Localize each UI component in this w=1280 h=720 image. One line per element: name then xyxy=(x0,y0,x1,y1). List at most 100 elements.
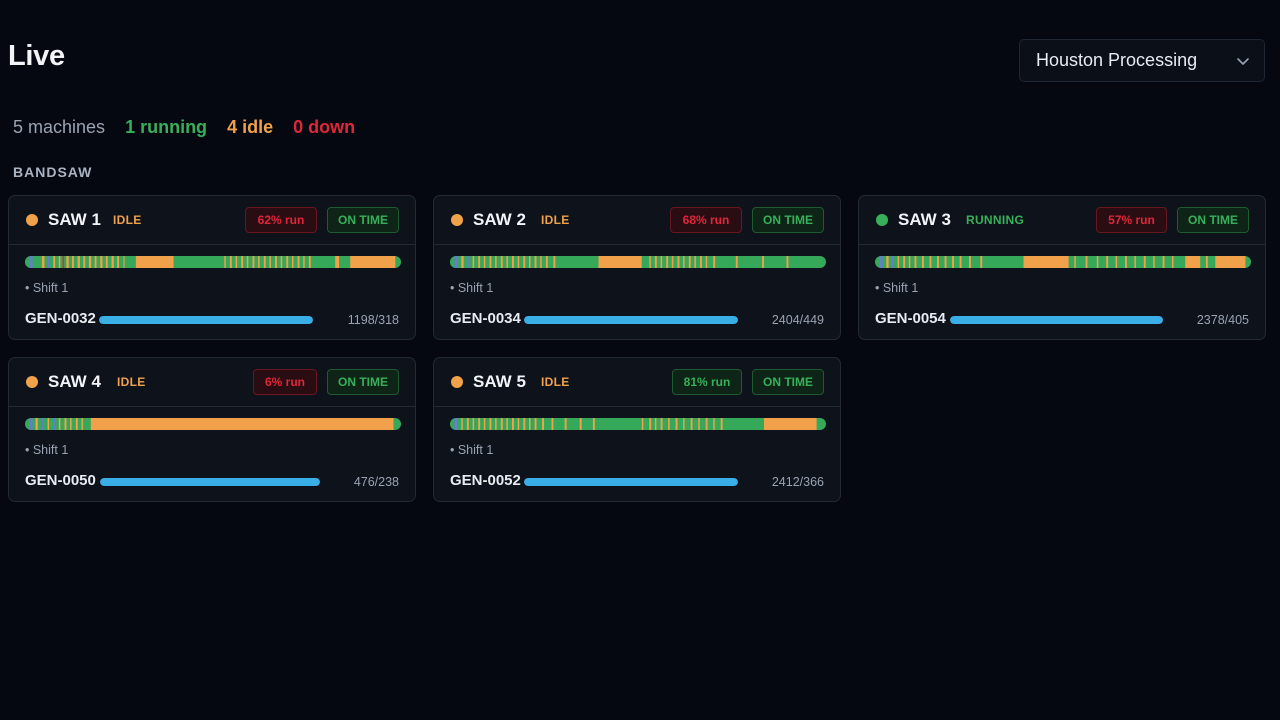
run-percent-badge: 68% run xyxy=(670,207,742,233)
job-id[interactable]: GEN-0054 xyxy=(875,310,946,327)
run-percent-badge: 62% run xyxy=(245,207,317,233)
timeline-segment-idle xyxy=(937,256,939,268)
timeline-segment-idle xyxy=(713,256,716,268)
job-progress-fill xyxy=(950,316,1163,324)
timeline-segment-idle xyxy=(258,256,260,268)
job-progress-bar xyxy=(950,316,1163,324)
status-timeline xyxy=(450,256,826,268)
job-count: 2378/405 xyxy=(1196,313,1249,327)
timeline-segment-idle xyxy=(969,256,971,268)
machine-name[interactable]: SAW 2 xyxy=(473,210,526,230)
timeline-segment-idle xyxy=(335,256,339,268)
timeline-segment-idle xyxy=(123,256,125,268)
summary-total: 5 machines xyxy=(13,117,106,137)
summary-down[interactable]: 0 down xyxy=(293,117,355,138)
timeline-segment-idle xyxy=(553,256,556,268)
timeline-segment-idle xyxy=(668,418,670,430)
card-header: SAW 5 IDLE 81% run ON TIME xyxy=(434,358,840,407)
job-id[interactable]: GEN-0050 xyxy=(25,472,96,489)
timeline-segment-other xyxy=(454,256,458,268)
timeline-segment-idle xyxy=(478,256,481,268)
timeline-segment-idle xyxy=(495,256,497,268)
machine-name[interactable]: SAW 4 xyxy=(48,372,101,392)
timeline-segment-running xyxy=(450,256,455,268)
timeline-segment-idle xyxy=(53,256,56,268)
timeline-segment-idle xyxy=(735,256,738,268)
job-id[interactable]: GEN-0052 xyxy=(450,472,521,489)
machine-state: IDLE xyxy=(541,375,570,389)
timeline-segment-idle xyxy=(58,256,61,268)
timeline-segment-idle xyxy=(75,418,78,430)
timeline-segment-idle xyxy=(252,256,255,268)
timeline-segment-idle xyxy=(466,418,469,430)
timeline-segment-idle xyxy=(1153,256,1155,268)
timeline-segment-idle xyxy=(88,256,92,268)
timeline-segment-idle xyxy=(47,418,50,430)
on-time-badge: ON TIME xyxy=(327,207,399,233)
timeline-segment-idle xyxy=(959,256,962,268)
status-timeline xyxy=(875,256,1251,268)
timeline-segment-idle xyxy=(529,256,531,268)
timeline-segment-idle xyxy=(654,418,657,430)
timeline-segment-idle xyxy=(534,418,537,430)
timeline-segment-idle xyxy=(308,256,311,268)
shift-label: • Shift 1 xyxy=(450,281,494,295)
timeline-segment-idle xyxy=(83,256,86,268)
machine-card[interactable]: SAW 1 IDLE 62% run ON TIME • Shift 1 GEN-0032… xyxy=(8,195,416,340)
timeline-segment-idle xyxy=(1125,256,1127,268)
timeline-segment-idle xyxy=(649,418,652,430)
status-timeline xyxy=(25,256,401,268)
summary-running[interactable]: 1 running xyxy=(125,117,207,138)
machine-card[interactable]: SAW 3 RUNNING 57% run ON TIME • Shift 1 GEN-0… xyxy=(858,195,1266,340)
job-id[interactable]: GEN-0032 xyxy=(25,310,96,327)
timeline-svg xyxy=(29,418,394,430)
job-id[interactable]: GEN-0034 xyxy=(450,310,521,327)
machine-card[interactable]: SAW 2 IDLE 68% run ON TIME • Shift 1 GEN-0034… xyxy=(433,195,841,340)
job-count: 476/238 xyxy=(353,475,399,489)
timeline-segment-idle xyxy=(952,256,954,268)
on-time-badge: ON TIME xyxy=(327,369,399,395)
status-dot xyxy=(26,376,38,388)
machine-name[interactable]: SAW 1 xyxy=(48,210,101,230)
timeline-segment-idle xyxy=(690,418,693,430)
job-count: 1198/318 xyxy=(347,313,399,327)
job-progress-bar xyxy=(100,478,320,486)
timeline-segment-idle xyxy=(350,256,396,268)
timeline-segment-idle xyxy=(564,418,567,430)
timeline-svg xyxy=(25,256,396,268)
machine-name[interactable]: SAW 5 xyxy=(473,372,526,392)
shift-label: • Shift 1 xyxy=(450,443,494,457)
card-header: SAW 4 IDLE 6% run ON TIME xyxy=(9,358,415,407)
machine-card[interactable]: SAW 4 IDLE 6% run ON TIME • Shift 1 GEN-0050 4… xyxy=(8,357,416,502)
timeline-segment-idle xyxy=(545,256,548,268)
timeline-segment-idle xyxy=(64,418,67,430)
timeline-segment-idle xyxy=(705,256,708,268)
shift-label: • Shift 1 xyxy=(25,443,69,457)
timeline-segment-idle xyxy=(903,256,906,268)
timeline-segment-idle xyxy=(720,418,723,430)
site-select[interactable]: Houston Processing xyxy=(1019,39,1265,82)
shift-label: • Shift 1 xyxy=(25,281,69,295)
machine-state: RUNNING xyxy=(966,213,1025,227)
timeline-segment-idle xyxy=(35,418,38,430)
timeline-segment-idle xyxy=(1134,256,1136,268)
summary-idle[interactable]: 4 idle xyxy=(227,117,273,138)
timeline-segment-idle xyxy=(534,256,537,268)
machine-name[interactable]: SAW 3 xyxy=(898,210,951,230)
timeline-segment-idle xyxy=(483,256,486,268)
timeline-segment-idle xyxy=(41,256,45,268)
timeline-segment-idle xyxy=(671,256,674,268)
status-dot xyxy=(451,214,463,226)
machine-card[interactable]: SAW 5 IDLE 81% run ON TIME • Shift 1 GEN-0052… xyxy=(433,357,841,502)
timeline-segment-idle xyxy=(1172,256,1174,268)
timeline-segment-other xyxy=(47,256,50,268)
timeline-segment-idle xyxy=(72,256,74,268)
timeline-segment-idle xyxy=(297,256,300,268)
timeline-segment-idle xyxy=(688,256,691,268)
run-percent-badge: 6% run xyxy=(253,369,317,395)
timeline-segment-other xyxy=(879,256,883,268)
timeline-segment-idle xyxy=(641,418,644,430)
timeline-segment-idle xyxy=(694,256,696,268)
timeline-svg xyxy=(450,256,789,268)
page-title: Live xyxy=(8,40,65,72)
